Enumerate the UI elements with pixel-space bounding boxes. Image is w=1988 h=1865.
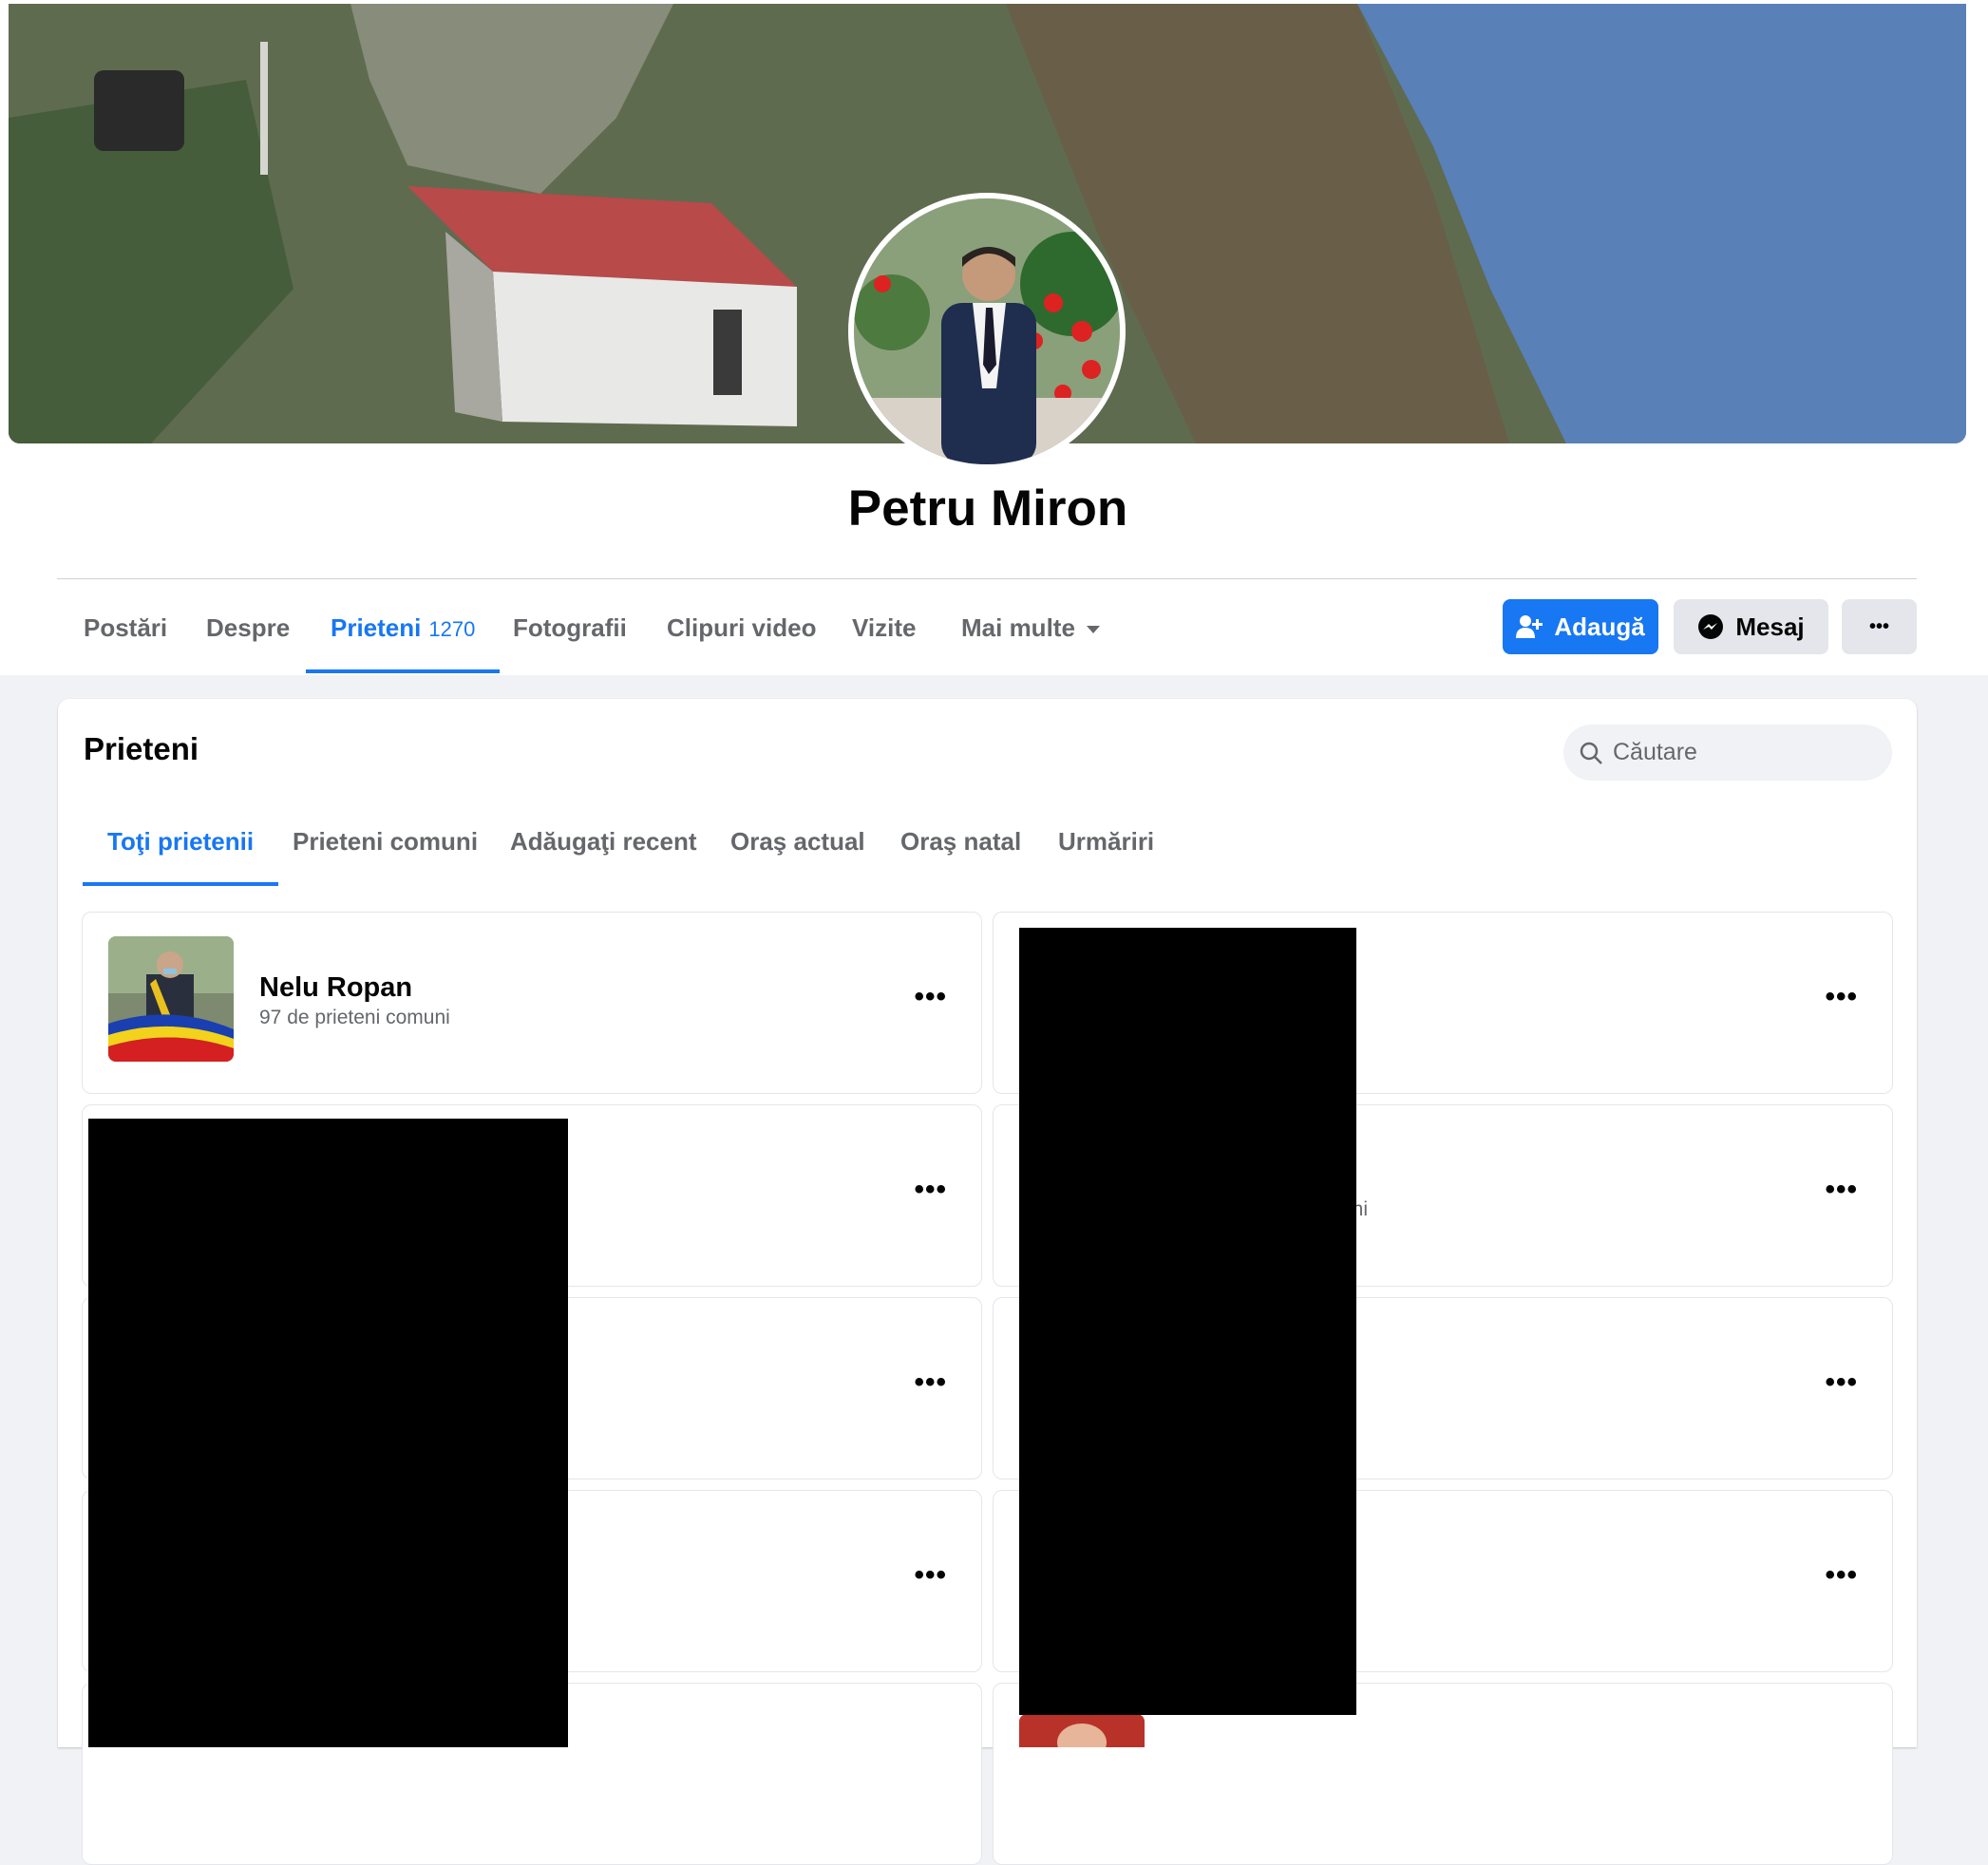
tab-more-label: Mai multe: [961, 613, 1075, 642]
tab-videos[interactable]: Clipuri video: [642, 598, 841, 674]
tab-following[interactable]: Urmăriri: [1033, 817, 1179, 887]
tab-more[interactable]: Mai multe: [937, 598, 1125, 674]
avatar-face: [1057, 1724, 1107, 1747]
tab-mutual-friends-label: Prieteni comuni: [293, 827, 479, 856]
friends-title: Prieteni: [84, 731, 199, 766]
tab-photos[interactable]: Fotografii: [488, 598, 652, 674]
message-button[interactable]: Mesaj: [1674, 599, 1828, 654]
friend-menu-icon[interactable]: •••: [1825, 1561, 1858, 1590]
add-friend-icon: [1516, 615, 1543, 638]
friend-menu-icon[interactable]: •••: [1825, 983, 1858, 1011]
tab-photos-label: Fotografii: [513, 613, 627, 642]
tab-recently-added[interactable]: Adăugaţi recent: [485, 817, 722, 887]
caret-down-icon: [1086, 626, 1100, 634]
friend-avatar[interactable]: [108, 936, 234, 1062]
add-friend-label: Adaugă: [1554, 612, 1645, 641]
tab-following-label: Urmăriri: [1058, 827, 1155, 856]
profile-picture[interactable]: [854, 198, 1120, 464]
tab-about[interactable]: Despre: [181, 598, 314, 674]
tab-friends[interactable]: Prieteni 1270: [306, 598, 501, 674]
friend-menu-icon[interactable]: •••: [914, 1368, 947, 1397]
friend-menu-icon[interactable]: •••: [914, 983, 947, 1011]
friend-name[interactable]: Nelu Ropan: [259, 972, 412, 1004]
tab-recently-added-label: Adăugaţi recent: [510, 827, 697, 856]
tab-videos-label: Clipuri video: [667, 613, 817, 642]
search-placeholder: Căutare: [1613, 739, 1697, 765]
tab-posts-label: Postări: [84, 613, 168, 642]
more-options-button[interactable]: •••: [1842, 599, 1917, 654]
tab-current-city[interactable]: Oraş actual: [706, 817, 890, 887]
redaction-block: [1019, 928, 1356, 1715]
friends-search-input[interactable]: Căutare: [1563, 725, 1892, 781]
tab-about-label: Despre: [206, 613, 291, 642]
friend-menu-icon[interactable]: •••: [914, 1176, 947, 1204]
add-friend-button[interactable]: Adaugă: [1503, 599, 1658, 654]
tab-all-friends[interactable]: Toţi prietenii: [83, 817, 279, 887]
message-label: Mesaj: [1735, 612, 1805, 641]
tab-hometown-label: Oraş natal: [900, 827, 1022, 856]
tab-friends-label: Prieteni: [331, 613, 422, 642]
tab-mutual-friends[interactable]: Prieteni comuni: [268, 817, 502, 887]
more-options-icon: •••: [1868, 615, 1889, 637]
tab-all-friends-label: Toţi prietenii: [107, 827, 255, 856]
tab-posts[interactable]: Postări: [59, 598, 192, 674]
tab-current-city-label: Oraş actual: [730, 827, 865, 856]
tab-checkins-label: Vizite: [852, 613, 917, 642]
friend-menu-icon[interactable]: •••: [1825, 1368, 1858, 1397]
header-divider: [57, 578, 1917, 579]
friend-menu-icon[interactable]: •••: [914, 1561, 947, 1590]
redaction-block: [88, 1119, 568, 1747]
tab-checkins[interactable]: Vizite: [827, 598, 940, 674]
messenger-icon: [1698, 614, 1724, 639]
friend-menu-icon[interactable]: •••: [1825, 1176, 1858, 1204]
friends-count: 1270: [428, 617, 476, 641]
tab-hometown[interactable]: Oraş natal: [876, 817, 1046, 887]
search-icon: [1580, 742, 1602, 764]
friend-avatar[interactable]: [1019, 1714, 1145, 1747]
profile-name: Petru Miron: [847, 480, 1128, 537]
friend-mutual-count[interactable]: 97 de prieteni comuni: [259, 1007, 450, 1029]
